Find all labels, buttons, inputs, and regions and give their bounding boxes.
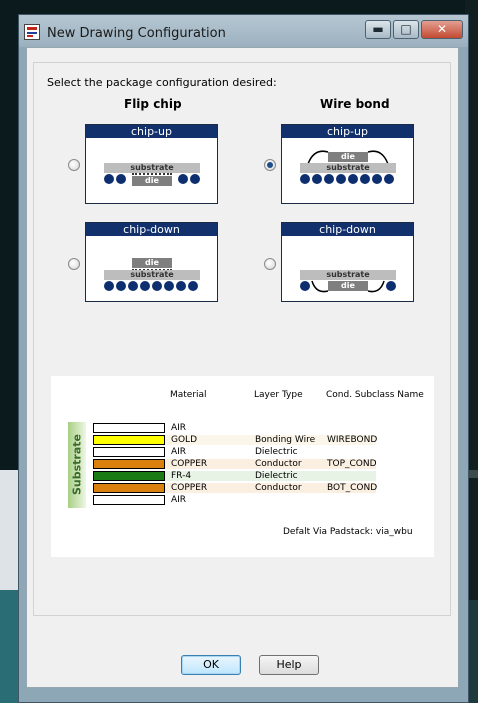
layer-material: COPPER [171, 483, 208, 493]
layer-material: AIR [171, 495, 187, 505]
minimize-button[interactable]: ▬ [365, 20, 391, 39]
card-title: chip-down [282, 223, 413, 236]
app-icon[interactable] [24, 24, 40, 40]
layer-row: AIR Dielectric [93, 447, 376, 457]
layer-type-column-header: Layer Type [254, 390, 303, 400]
layer-row: COPPER Conductor BOT_COND [93, 483, 378, 493]
layer-swatch [93, 423, 165, 433]
solder-ball [372, 174, 382, 184]
solder-ball [324, 174, 334, 184]
maximize-button[interactable]: □ [393, 20, 419, 39]
solder-ball [104, 281, 114, 291]
solder-ball [140, 281, 150, 291]
solder-ball [348, 174, 358, 184]
solder-ball [190, 174, 200, 184]
flip-chip-heading: Flip chip [124, 97, 182, 111]
solder-ball [128, 281, 138, 291]
layer-row: GOLD Bonding Wire WIREBOND [93, 435, 378, 445]
solder-ball [116, 174, 126, 184]
solder-ball [384, 174, 394, 184]
layer-material: AIR [171, 447, 187, 457]
layer-row: AIR [93, 423, 376, 433]
solder-ball [312, 174, 322, 184]
window-title: New Drawing Configuration [47, 26, 226, 41]
background-window-left [0, 470, 18, 703]
card-wire-bond-chip-up[interactable]: chip-up die substrate [281, 124, 414, 204]
wire-bond-heading: Wire bond [320, 97, 390, 111]
close-button[interactable]: ✕ [421, 20, 463, 39]
die-block: die [328, 152, 368, 162]
solder-ball [188, 281, 198, 291]
ok-button[interactable]: OK [181, 655, 241, 675]
help-button[interactable]: Help [259, 655, 319, 675]
layer-type: Bonding Wire [255, 435, 316, 445]
layer-material: FR-4 [171, 471, 192, 481]
solder-ball [152, 281, 162, 291]
card-title: chip-down [86, 223, 217, 236]
stackup-preview: Material Layer Type Cond. Subclass Name … [51, 376, 434, 557]
material-column-header: Material [170, 390, 207, 400]
substrate-layer: substrate [104, 163, 200, 173]
solder-ball [386, 281, 396, 291]
card-flip-chip-chip-up[interactable]: chip-up substrate die [85, 124, 218, 204]
layer-row: AIR [93, 495, 376, 505]
layer-swatch [93, 447, 165, 457]
layer-swatch [93, 471, 165, 481]
card-title: chip-up [86, 125, 217, 138]
layer-type: Conductor [255, 483, 302, 493]
radio-flip-chip-chip-up[interactable] [68, 159, 80, 171]
substrate-layer: substrate [104, 270, 200, 280]
solder-ball [336, 174, 346, 184]
layer-swatch [93, 435, 165, 445]
solder-ball [104, 174, 114, 184]
solder-ball [360, 174, 370, 184]
radio-flip-chip-chip-down[interactable] [68, 258, 80, 270]
card-title: chip-up [282, 125, 413, 138]
layer-row: FR-4 Dielectric [93, 471, 376, 481]
layer-swatch [93, 495, 165, 505]
bond-wires [311, 280, 385, 293]
solder-ball [116, 281, 126, 291]
solder-ball [178, 174, 188, 184]
solder-ball [300, 174, 310, 184]
title-bar[interactable]: New Drawing Configuration ▬ □ ✕ [19, 15, 468, 47]
substrate-side-label: Substrate [68, 422, 86, 508]
substrate-layer: substrate [300, 163, 396, 173]
layer-type: Dielectric [255, 471, 298, 481]
default-via-padstack: Defalt Via Padstack: via_wbu [283, 527, 413, 537]
radio-wire-bond-chip-up[interactable] [264, 159, 276, 171]
card-flip-chip-chip-down[interactable]: chip-down die substrate [85, 222, 218, 302]
layer-material: GOLD [171, 435, 198, 445]
layer-swatch [93, 483, 165, 493]
selection-prompt: Select the package configuration desired… [47, 76, 277, 89]
solder-ball [300, 281, 310, 291]
layer-type: Conductor [255, 459, 302, 469]
bump-row [132, 173, 172, 175]
card-wire-bond-chip-down[interactable]: chip-down substrate die [281, 222, 414, 302]
layer-subclass: WIREBOND [327, 435, 378, 445]
layer-row: COPPER Conductor TOP_COND [93, 459, 377, 469]
die-block: die [132, 176, 172, 186]
layer-material: AIR [171, 423, 187, 433]
subclass-column-header: Cond. Subclass Name [326, 390, 424, 400]
solder-ball [164, 281, 174, 291]
die-block: die [132, 258, 172, 268]
layer-swatch [93, 459, 165, 469]
radio-wire-bond-chip-down[interactable] [264, 258, 276, 270]
solder-ball [176, 281, 186, 291]
layer-material: COPPER [171, 459, 208, 469]
layer-subclass: TOP_COND [327, 459, 377, 469]
layer-subclass: BOT_COND [327, 483, 378, 493]
layer-type: Dielectric [255, 447, 298, 457]
